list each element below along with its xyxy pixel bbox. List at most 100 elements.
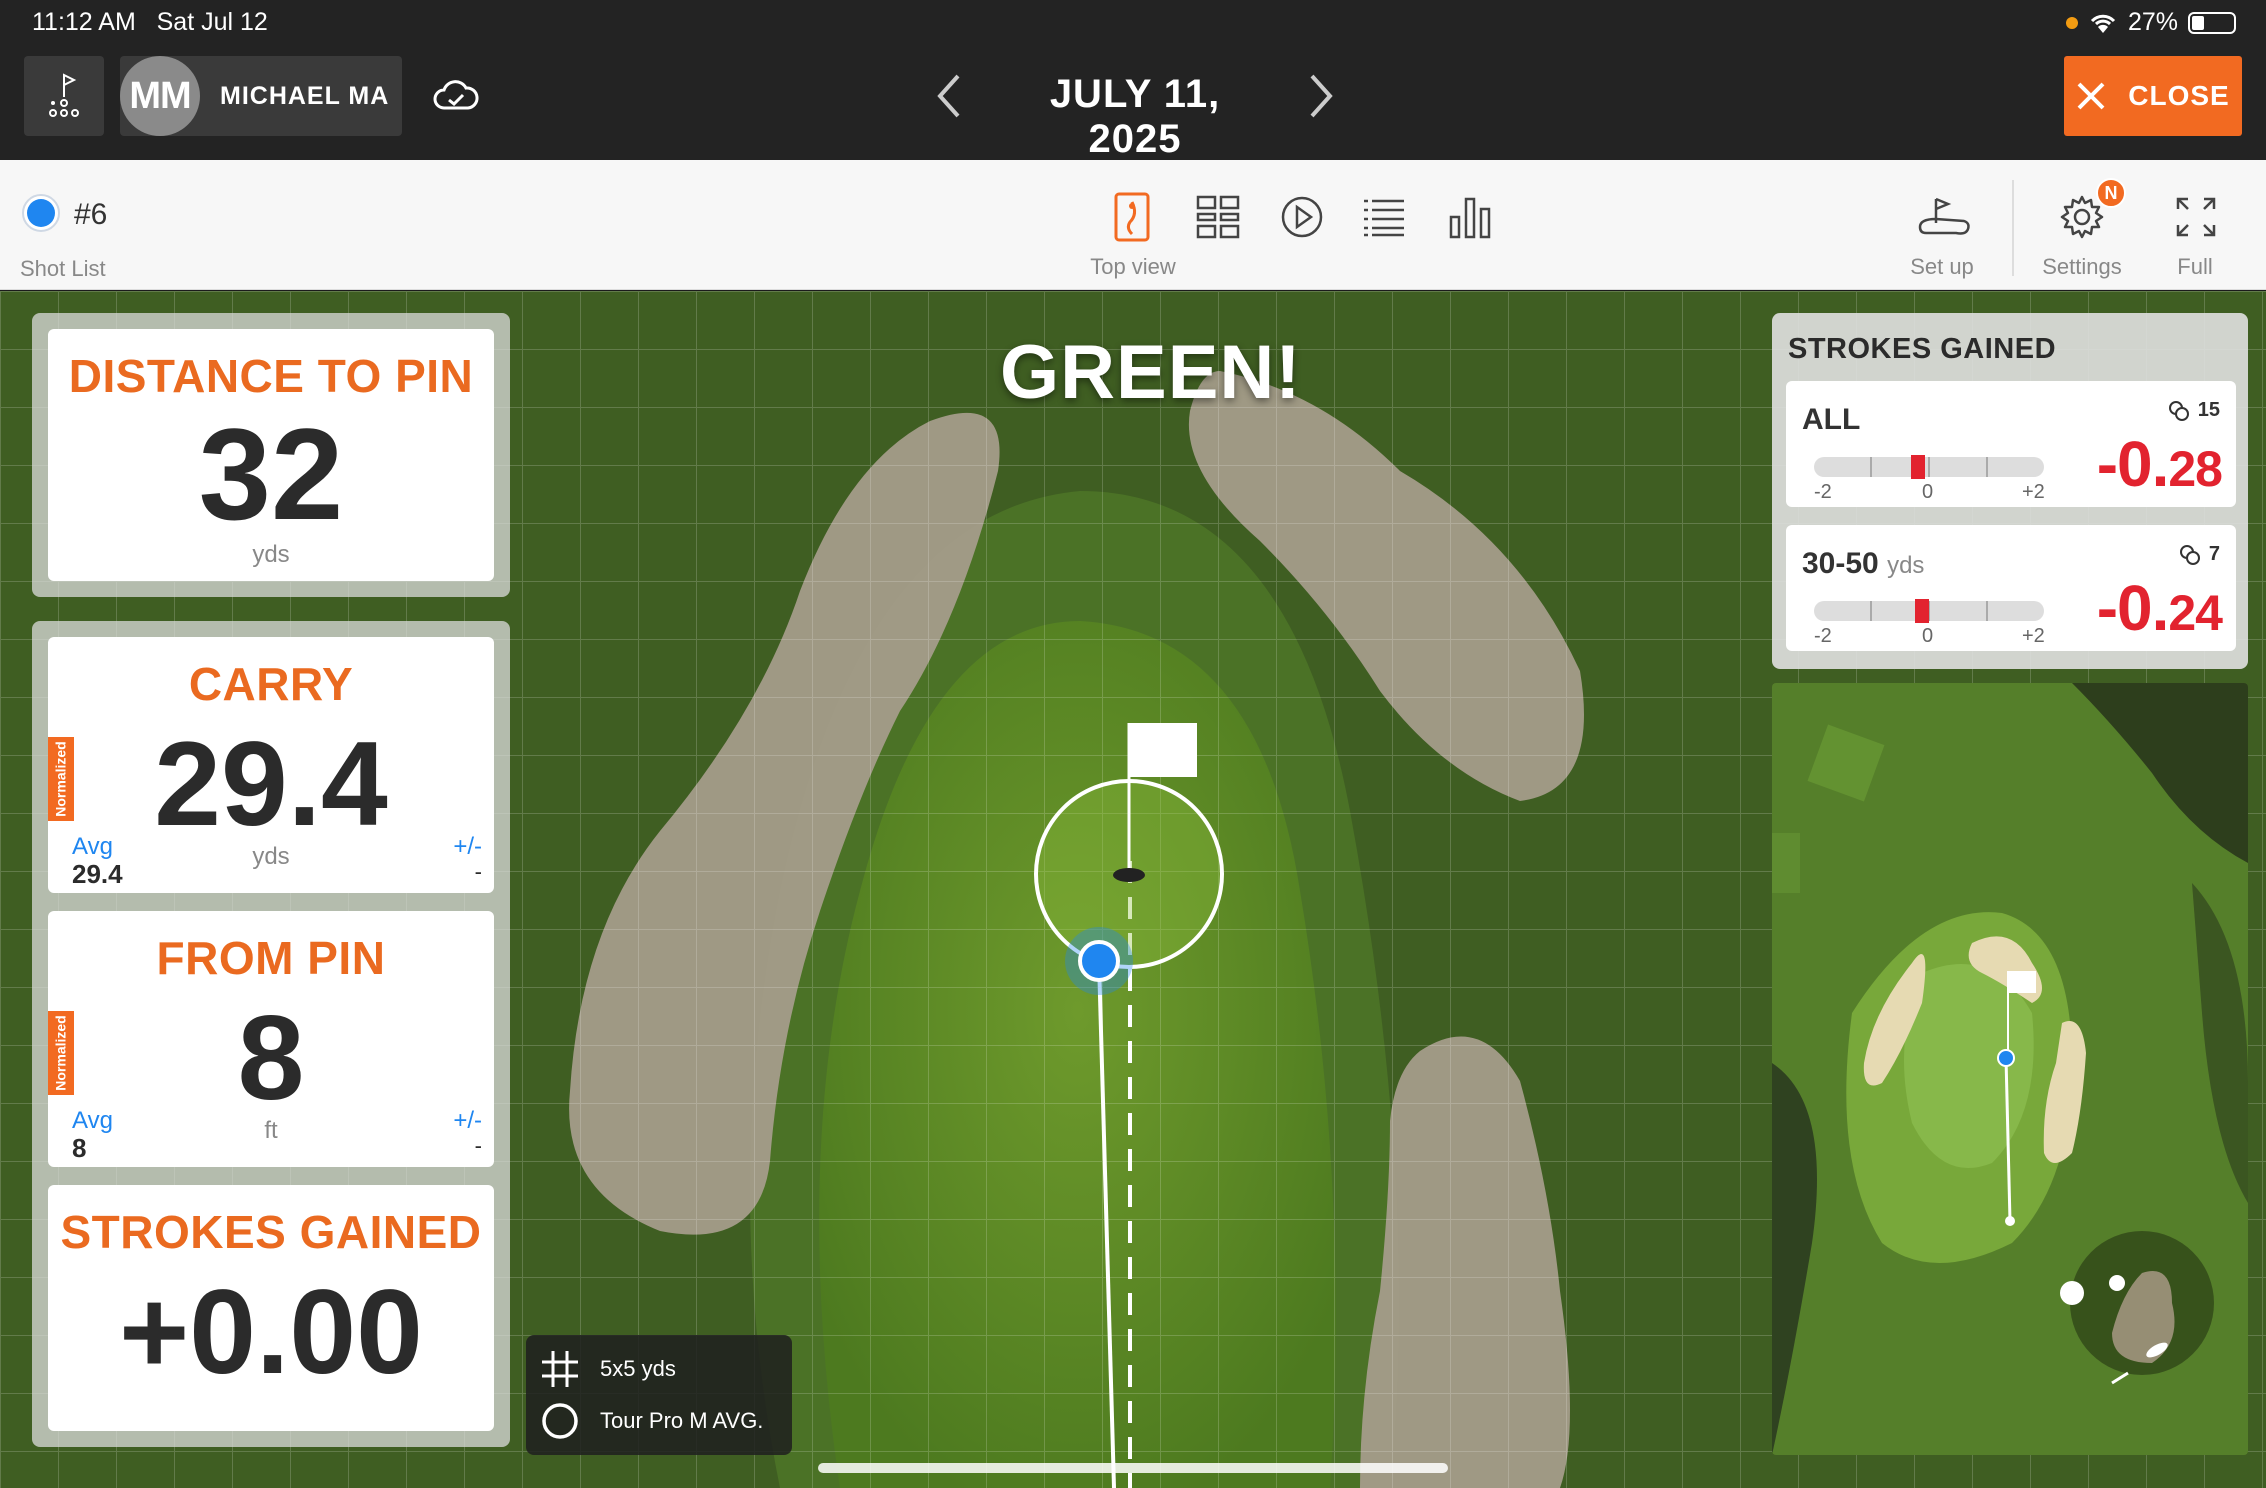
ball-count-icon bbox=[2168, 400, 2189, 421]
top-view-button[interactable] bbox=[1106, 190, 1158, 244]
home-indicator[interactable] bbox=[818, 1463, 1448, 1473]
battery-percent: 27% bbox=[2127, 8, 2178, 36]
normalized-tag: Normalized bbox=[48, 737, 74, 821]
full-label[interactable]: Full bbox=[2150, 254, 2240, 280]
sg-axis-zero: 0 bbox=[1922, 625, 1934, 647]
status-time: 11:12 AM Sat Jul 12 bbox=[32, 8, 268, 37]
card-value: 29.4 bbox=[154, 717, 388, 851]
stats-cards-wrap: CARRY 29.4 yds Normalized Avg 29.4 +/- -… bbox=[32, 621, 510, 1447]
user-name: MICHAEL MA bbox=[220, 81, 390, 110]
card-unit: yds bbox=[252, 541, 290, 568]
close-icon bbox=[2077, 82, 2105, 110]
plus-minus-value: - bbox=[474, 859, 482, 884]
sg-axis-max: +2 bbox=[2022, 625, 2045, 647]
shot-indicator[interactable] bbox=[22, 194, 60, 232]
card-title: CARRY bbox=[188, 658, 354, 710]
grid-hash-icon bbox=[542, 1351, 578, 1387]
sg-axis-max: +2 bbox=[2022, 481, 2045, 503]
sg-row-card: 30-50 yds 7 -2 0 +2 -0.24 bbox=[1786, 525, 2236, 651]
battery-icon bbox=[2188, 11, 2236, 34]
sg-shot-count: 15 bbox=[2168, 399, 2220, 422]
wifi-icon bbox=[2090, 14, 2116, 33]
sg-marker bbox=[1911, 455, 1925, 479]
toolbar-divider bbox=[2012, 180, 2014, 276]
hole-minimap[interactable] bbox=[1772, 683, 2248, 1455]
user-chip[interactable]: MM MICHAEL MA bbox=[120, 56, 402, 136]
mini-ball bbox=[1997, 1049, 2015, 1067]
sg-value: -0.24 bbox=[2096, 572, 2223, 644]
avatar: MM bbox=[120, 56, 200, 136]
card-title: DISTANCE TO PIN bbox=[68, 350, 474, 402]
plus-minus-label: +/- bbox=[453, 1107, 482, 1134]
legend-grid-row: 5x5 yds bbox=[540, 1349, 676, 1389]
hole-cup bbox=[1113, 868, 1145, 882]
settings-label[interactable]: Settings bbox=[2026, 254, 2138, 280]
sg-range-bar bbox=[1814, 599, 2044, 623]
card-title: FROM PIN bbox=[156, 932, 386, 984]
sg-shot-count: 7 bbox=[2179, 543, 2220, 566]
circle-outline-icon bbox=[542, 1403, 578, 1439]
sg-axis-min: -2 bbox=[1814, 481, 1832, 503]
grid-view-button[interactable] bbox=[1192, 190, 1244, 244]
ball-icon bbox=[1078, 940, 1120, 982]
chevron-right-icon[interactable] bbox=[1300, 72, 1340, 120]
sg-axis-zero: 0 bbox=[1922, 481, 1934, 503]
mini-flag bbox=[2008, 971, 2036, 993]
chart-button[interactable] bbox=[1444, 190, 1496, 244]
list-icon bbox=[1364, 199, 1404, 237]
list-button[interactable] bbox=[1358, 190, 1410, 244]
avg-label: Avg bbox=[72, 833, 113, 860]
sg-row-label: ALL bbox=[1802, 403, 1861, 436]
toolbar: #6 Shot List Top view Set up N Settings … bbox=[0, 160, 2266, 290]
card-value: +0.00 bbox=[119, 1265, 423, 1399]
card-value: 32 bbox=[198, 401, 344, 547]
top-view-label[interactable]: Top view bbox=[1060, 254, 1206, 280]
strokes-gained-panel: STROKES GAINED ALL 15 -2 0 +2 -0.28 30-50 yds… bbox=[1772, 313, 2248, 669]
avg-value: 29.4 bbox=[72, 859, 123, 889]
legend-grid-label: 5x5 yds bbox=[600, 1356, 676, 1381]
distance-to-pin-card: DISTANCE TO PIN 32 yds bbox=[48, 329, 494, 581]
sg-value: -0.28 bbox=[2096, 428, 2223, 500]
legend-circle-label: Tour Pro M AVG. bbox=[600, 1408, 764, 1433]
carry-card: CARRY 29.4 yds Normalized Avg 29.4 +/- - bbox=[48, 637, 494, 893]
sg-marker bbox=[1915, 599, 1929, 623]
expand-icon bbox=[2176, 197, 2216, 237]
flag-tee-icon bbox=[49, 73, 79, 117]
avg-label: Avg bbox=[72, 1107, 113, 1134]
setup-label[interactable]: Set up bbox=[1894, 254, 1990, 280]
mic-indicator-icon bbox=[2065, 16, 2078, 29]
setup-icon bbox=[1918, 197, 1970, 235]
from-pin-card: FROM PIN 8 ft Normalized Avg 8 +/- - bbox=[48, 911, 494, 1167]
plus-minus-label: +/- bbox=[453, 833, 482, 860]
top-view-icon bbox=[1114, 192, 1150, 242]
legend-circle-row: Tour Pro M AVG. bbox=[540, 1401, 763, 1441]
strokes-gained-card: STROKES GAINED +0.00 bbox=[48, 1185, 494, 1431]
bar-chart-icon bbox=[1449, 197, 1491, 239]
setup-button[interactable] bbox=[1916, 190, 1972, 244]
main-view: GREEN! DISTANCE TO PIN 32 yds CARRY 29.4… bbox=[0, 291, 2266, 1488]
chevron-left-icon[interactable] bbox=[930, 72, 970, 120]
normalized-tag: Normalized bbox=[48, 1011, 74, 1095]
cloud-sync-icon[interactable] bbox=[432, 76, 480, 116]
sg-range-bar bbox=[1814, 455, 2044, 479]
shot-number[interactable]: #6 bbox=[74, 198, 107, 232]
result-banner: GREEN! bbox=[1000, 330, 1302, 415]
map-legend: 5x5 yds Tour Pro M AVG. bbox=[526, 1335, 792, 1455]
shot-list-label[interactable]: Shot List bbox=[20, 256, 106, 282]
clock-date: Sat Jul 12 bbox=[156, 8, 268, 36]
fullscreen-button[interactable] bbox=[2170, 190, 2222, 244]
flag-tee-button[interactable] bbox=[24, 56, 104, 136]
card-title: STROKES GAINED bbox=[60, 1206, 482, 1258]
status-indicators: 27% bbox=[2065, 8, 2236, 37]
clock-time: 11:12 AM bbox=[32, 8, 136, 36]
card-unit: ft bbox=[264, 1117, 278, 1144]
date-label: JULY 11, 2025 bbox=[1049, 72, 1221, 161]
play-button[interactable] bbox=[1276, 190, 1328, 244]
top-bar: 11:12 AM Sat Jul 12 27% MM MICHAEL MA JU… bbox=[0, 0, 2266, 161]
distance-card-wrap: DISTANCE TO PIN 32 yds bbox=[32, 313, 510, 597]
close-button[interactable]: CLOSE bbox=[2064, 56, 2242, 136]
avg-value: 8 bbox=[72, 1133, 87, 1163]
plus-minus-value: - bbox=[474, 1133, 482, 1158]
sg-axis-min: -2 bbox=[1814, 625, 1832, 647]
sg-row-label: 30-50 yds bbox=[1802, 547, 1925, 580]
